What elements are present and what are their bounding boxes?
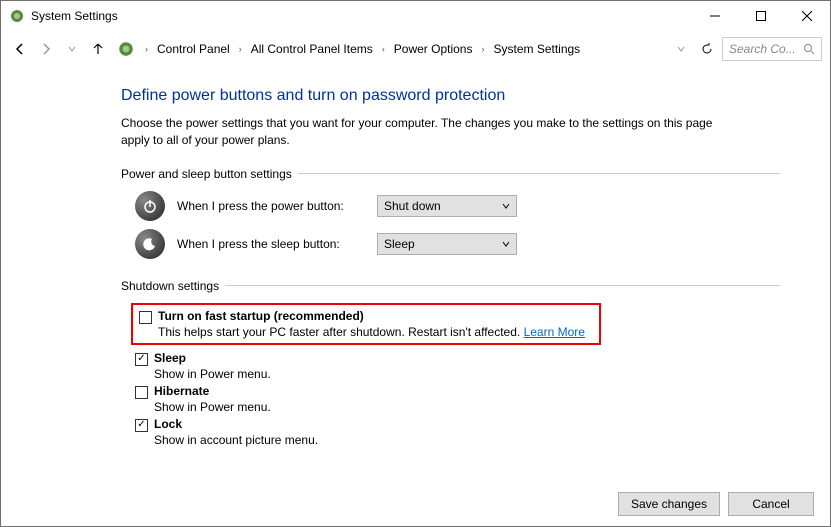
crumb-control-panel[interactable]: Control Panel xyxy=(154,40,233,58)
chevron-down-icon xyxy=(502,240,510,248)
window-title: System Settings xyxy=(31,9,692,23)
sleep-button-label: When I press the sleep button: xyxy=(177,237,377,251)
chevron-down-icon xyxy=(502,202,510,210)
refresh-button[interactable] xyxy=(698,40,716,58)
sleep-setting: ✓ Sleep Show in Power menu. xyxy=(135,351,780,381)
chevron-right-icon: › xyxy=(481,44,484,54)
sleep-checkbox[interactable]: ✓ xyxy=(135,353,148,366)
sleep-label: Sleep xyxy=(154,351,186,365)
hibernate-setting: Hibernate Show in Power menu. xyxy=(135,384,780,414)
minimize-button[interactable] xyxy=(692,1,738,31)
save-button[interactable]: Save changes xyxy=(618,492,720,516)
shutdown-section-label: Shutdown settings xyxy=(121,279,780,293)
app-icon xyxy=(9,8,25,24)
search-input[interactable]: Search Co... xyxy=(722,37,822,61)
learn-more-link[interactable]: Learn More xyxy=(524,325,585,339)
page-description: Choose the power settings that you want … xyxy=(121,115,741,149)
hibernate-label: Hibernate xyxy=(154,384,209,398)
search-icon xyxy=(803,43,815,55)
chevron-right-icon: › xyxy=(239,44,242,54)
fast-startup-checkbox[interactable] xyxy=(139,311,152,324)
cancel-button[interactable]: Cancel xyxy=(728,492,814,516)
sleep-button-row: When I press the sleep button: Sleep xyxy=(135,229,780,259)
crumb-system-settings[interactable]: System Settings xyxy=(490,40,583,58)
power-button-row: When I press the power button: Shut down xyxy=(135,191,780,221)
fast-startup-desc: This helps start your PC faster after sh… xyxy=(158,325,593,339)
maximize-button[interactable] xyxy=(738,1,784,31)
chevron-right-icon: › xyxy=(382,44,385,54)
address-icon xyxy=(117,40,135,58)
crumb-power-options[interactable]: Power Options xyxy=(391,40,476,58)
chevron-right-icon: › xyxy=(145,44,148,54)
navigation-bar: › Control Panel › All Control Panel Item… xyxy=(1,31,830,67)
fast-startup-highlight: Turn on fast startup (recommended) This … xyxy=(131,303,601,345)
lock-label: Lock xyxy=(154,417,182,431)
forward-button[interactable] xyxy=(35,38,57,60)
power-button-label: When I press the power button: xyxy=(177,199,377,213)
lock-setting: ✓ Lock Show in account picture menu. xyxy=(135,417,780,447)
lock-desc: Show in account picture menu. xyxy=(154,433,780,447)
power-button-dropdown[interactable]: Shut down xyxy=(377,195,517,217)
footer: Save changes Cancel xyxy=(1,482,830,526)
page-heading: Define power buttons and turn on passwor… xyxy=(121,87,780,105)
back-button[interactable] xyxy=(9,38,31,60)
address-dropdown[interactable] xyxy=(670,38,692,60)
hibernate-checkbox[interactable] xyxy=(135,386,148,399)
close-button[interactable] xyxy=(784,1,830,31)
sleep-desc: Show in Power menu. xyxy=(154,367,780,381)
sleep-button-dropdown[interactable]: Sleep xyxy=(377,233,517,255)
recent-dropdown[interactable] xyxy=(61,38,83,60)
power-sleep-section-label: Power and sleep button settings xyxy=(121,167,780,181)
sleep-icon xyxy=(135,229,165,259)
titlebar: System Settings xyxy=(1,1,830,31)
power-icon xyxy=(135,191,165,221)
content-area: Define power buttons and turn on passwor… xyxy=(1,67,830,482)
breadcrumb: Control Panel › All Control Panel Items … xyxy=(154,40,666,58)
fast-startup-label: Turn on fast startup (recommended) xyxy=(158,309,364,323)
crumb-all-items[interactable]: All Control Panel Items xyxy=(248,40,376,58)
lock-checkbox[interactable]: ✓ xyxy=(135,419,148,432)
up-button[interactable] xyxy=(87,38,109,60)
hibernate-desc: Show in Power menu. xyxy=(154,400,780,414)
